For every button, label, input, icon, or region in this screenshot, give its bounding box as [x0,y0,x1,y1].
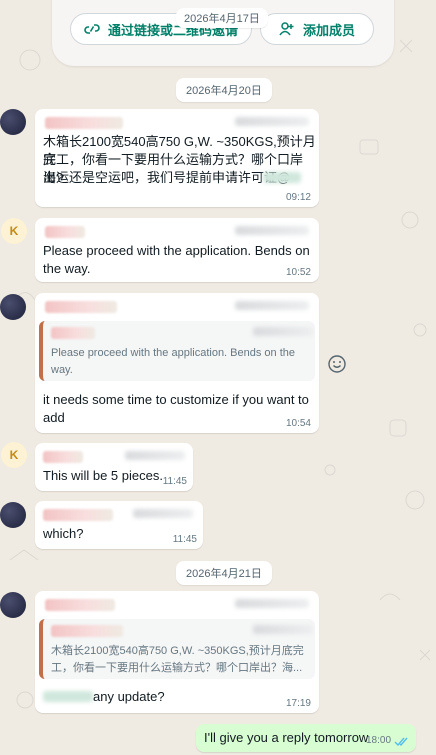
message-text-line: it needs some time to customize if you w… [43,392,309,407]
link-icon [84,24,100,34]
message-time: 11:45 [162,476,187,487]
quoted-message[interactable]: 木箱长2100宽540高750 G,W. ~350KGS,预计月底完 工，你看一… [39,619,315,679]
incoming-message-bubble[interactable]: 木箱长2100宽540高750 G,W. ~350KGS,预计月底 完工，你看一… [35,109,319,207]
message-time: 18:00 [366,735,392,746]
date-separator-apr21: 2026年4月21日 [176,561,272,585]
add-member-button[interactable]: 添加成员 [260,13,374,45]
add-person-icon [279,22,294,36]
sender-name-redacted [45,301,117,313]
quoted-text-line: Please proceed with the application. Ben… [51,347,295,359]
sender-phone-redacted [235,226,309,235]
quoted-phone-redacted [253,327,313,336]
sender-phone-redacted [133,509,193,518]
avatar-initial: K [9,224,19,238]
sender-name-redacted [45,226,85,238]
quoted-text-line: 木箱长2100宽540高750 G,W. ~350KGS,预计月底完 [51,645,304,657]
message-text-line: any update? [93,689,165,704]
sender-avatar[interactable] [0,294,26,320]
sender-name-redacted [43,451,83,463]
sender-name-redacted [45,599,115,611]
incoming-message-bubble[interactable]: Please proceed with the application. Ben… [35,218,319,282]
incoming-message-bubble[interactable]: This will be 5 pieces. 11:45 [35,443,193,491]
date-separator-apr20: 2026年4月20日 [176,78,272,102]
sender-avatar[interactable]: K [1,442,27,468]
read-receipt-icon [394,737,408,747]
message-time: 10:52 [285,267,311,278]
quoted-text-line: way. [51,364,73,376]
message-text-line: which? [43,526,84,541]
sender-avatar[interactable] [0,592,26,618]
message-text-line: This will be 5 pieces. [43,468,163,483]
outgoing-message-bubble[interactable]: I'll give you a reply tomorrow 18:00 [196,724,416,752]
quoted-message[interactable]: Please proceed with the application. Ben… [39,321,315,381]
message-text-line: Please proceed with the application. Ben… [43,243,310,258]
message-text-line: I'll give you a reply tomorrow [204,730,369,745]
sender-name-redacted [45,117,123,129]
sender-phone-redacted [235,301,309,310]
message-time: 17:19 [285,698,311,709]
react-emoji-icon[interactable] [327,354,347,374]
add-member-label: 添加成员 [302,22,355,38]
sender-name-redacted [43,509,113,521]
avatar-initial: K [9,448,19,462]
message-text-line: the way. [43,261,91,276]
quoted-phone-redacted [253,625,313,634]
incoming-message-bubble[interactable]: Please proceed with the application. Ben… [35,293,319,433]
sender-phone-redacted [125,451,185,460]
sender-avatar[interactable]: K [1,218,27,244]
sender-avatar[interactable] [0,109,26,135]
incoming-message-bubble[interactable]: 木箱长2100宽540高750 G,W. ~350KGS,预计月底完 工，你看一… [35,591,319,713]
message-text-line: 海运还是空运吧，我们号提前申请许可证@ [43,170,291,185]
incoming-message-bubble[interactable]: which? 11:45 [35,501,203,549]
message-time: 10:54 [285,418,311,429]
message-time: 11:45 [172,534,197,545]
mention-redacted [43,691,93,702]
quoted-sender-redacted [51,327,95,339]
sender-avatar[interactable] [0,502,26,528]
quoted-text-line: 工，你看一下要用什么运输方式？哪个口岸出？海... [51,662,303,674]
quoted-sender-redacted [51,625,123,637]
message-time: 09:12 [285,192,311,203]
mention-redacted [263,172,301,183]
message-text-line: add [43,410,65,425]
date-separator-apr17: 2026年4月17日 [176,8,268,28]
sender-phone-redacted [235,117,309,126]
sender-phone-redacted [235,599,309,608]
